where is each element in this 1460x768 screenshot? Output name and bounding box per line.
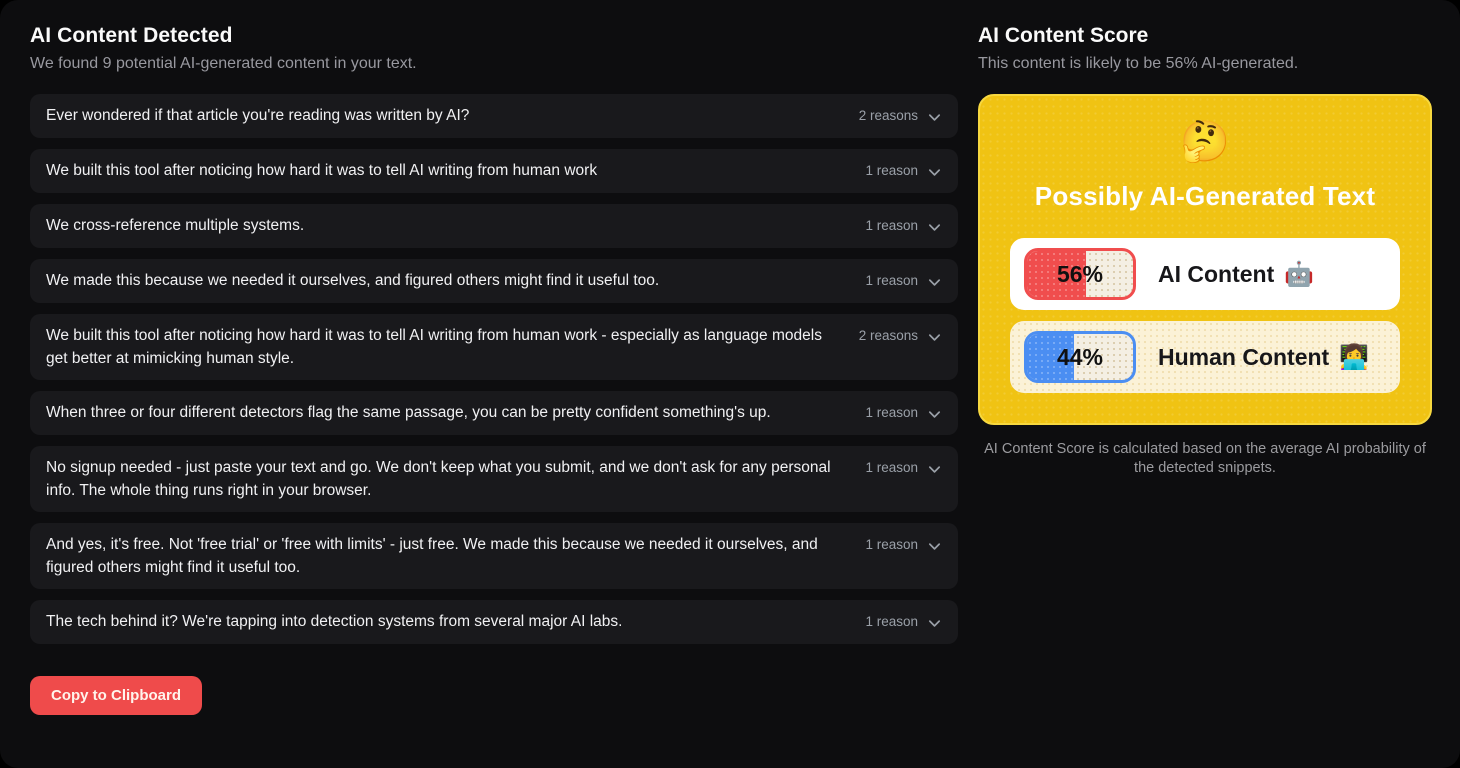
human-content-bar-row: 44% Human Content 👩‍💻 [1010,321,1400,393]
snippet-text: We built this tool after noticing how ha… [46,324,859,370]
ai-content-progress: 56% [1024,248,1136,300]
technologist-emoji: 👩‍💻 [1339,343,1369,372]
snippet-row[interactable]: No signup needed - just paste your text … [30,446,958,512]
reasons-toggle[interactable]: 2 reasons [859,104,942,127]
score-footnote: AI Content Score is calculated based on … [978,440,1432,478]
snippet-text: The tech behind it? We're tapping into d… [46,610,865,633]
chevron-down-icon [927,165,942,180]
thinking-face-emoji: 🤔 [1010,122,1400,162]
ai-content-percent: 56% [1027,251,1133,297]
chevron-down-icon [927,220,942,235]
human-content-label-group: Human Content 👩‍💻 [1158,343,1369,372]
page-subtitle: We found 9 potential AI-generated conten… [30,55,958,73]
score-card: 🤔 Possibly AI-Generated Text 56% AI Cont… [978,94,1432,425]
snippet-row[interactable]: We cross-reference multiple systems. 1 r… [30,204,958,248]
reasons-toggle[interactable]: 1 reason [865,456,942,479]
snippet-text: Ever wondered if that article you're rea… [46,104,859,127]
reasons-count: 2 reasons [859,104,918,127]
reasons-count: 2 reasons [859,324,918,347]
snippet-text: When three or four different detectors f… [46,401,865,424]
chevron-down-icon [927,330,942,345]
snippet-text: No signup needed - just paste your text … [46,456,865,502]
chevron-down-icon [927,539,942,554]
reasons-toggle[interactable]: 1 reason [865,533,942,556]
snippet-row[interactable]: The tech behind it? We're tapping into d… [30,600,958,644]
snippet-text: We made this because we needed it oursel… [46,269,865,292]
chevron-down-icon [927,110,942,125]
reasons-toggle[interactable]: 2 reasons [859,324,942,347]
human-content-progress: 44% [1024,331,1136,383]
reasons-toggle[interactable]: 1 reason [865,269,942,292]
snippet-row[interactable]: When three or four different detectors f… [30,391,958,435]
reasons-toggle[interactable]: 1 reason [865,610,942,633]
copy-to-clipboard-button[interactable]: Copy to Clipboard [30,676,202,715]
ai-content-bar-row: 56% AI Content 🤖 [1010,238,1400,310]
snippet-row[interactable]: And yes, it's free. Not 'free trial' or … [30,523,958,589]
chevron-down-icon [927,616,942,631]
reasons-toggle[interactable]: 1 reason [865,214,942,237]
detected-content-panel: AI Content Detected We found 9 potential… [30,24,958,715]
ai-content-label: AI Content [1158,261,1274,288]
ai-content-score-panel: AI Content Score This content is likely … [978,24,1432,478]
reasons-count: 1 reason [865,610,918,633]
snippet-row[interactable]: We built this tool after noticing how ha… [30,314,958,380]
reasons-toggle[interactable]: 1 reason [865,159,942,182]
snippet-text: We cross-reference multiple systems. [46,214,865,237]
chevron-down-icon [927,275,942,290]
verdict-title: Possibly AI-Generated Text [1010,181,1400,212]
chevron-down-icon [927,462,942,477]
reasons-count: 1 reason [865,214,918,237]
chevron-down-icon [927,407,942,422]
human-content-label: Human Content [1158,344,1329,371]
score-title: AI Content Score [978,24,1432,48]
reasons-count: 1 reason [865,159,918,182]
ai-detector-results-page: AI Content Detected We found 9 potential… [0,0,1460,768]
robot-emoji: 🤖 [1284,260,1314,289]
ai-content-label-group: AI Content 🤖 [1158,260,1314,289]
snippet-row[interactable]: We built this tool after noticing how ha… [30,149,958,193]
reasons-count: 1 reason [865,269,918,292]
page-title: AI Content Detected [30,24,958,48]
snippet-list: Ever wondered if that article you're rea… [30,94,958,644]
reasons-count: 1 reason [865,401,918,424]
snippet-row[interactable]: Ever wondered if that article you're rea… [30,94,958,138]
human-content-percent: 44% [1027,334,1133,380]
snippet-row[interactable]: We made this because we needed it oursel… [30,259,958,303]
reasons-count: 1 reason [865,456,918,479]
snippet-text: We built this tool after noticing how ha… [46,159,865,182]
reasons-count: 1 reason [865,533,918,556]
reasons-toggle[interactable]: 1 reason [865,401,942,424]
score-subtitle: This content is likely to be 56% AI-gene… [978,55,1432,73]
snippet-text: And yes, it's free. Not 'free trial' or … [46,533,865,579]
